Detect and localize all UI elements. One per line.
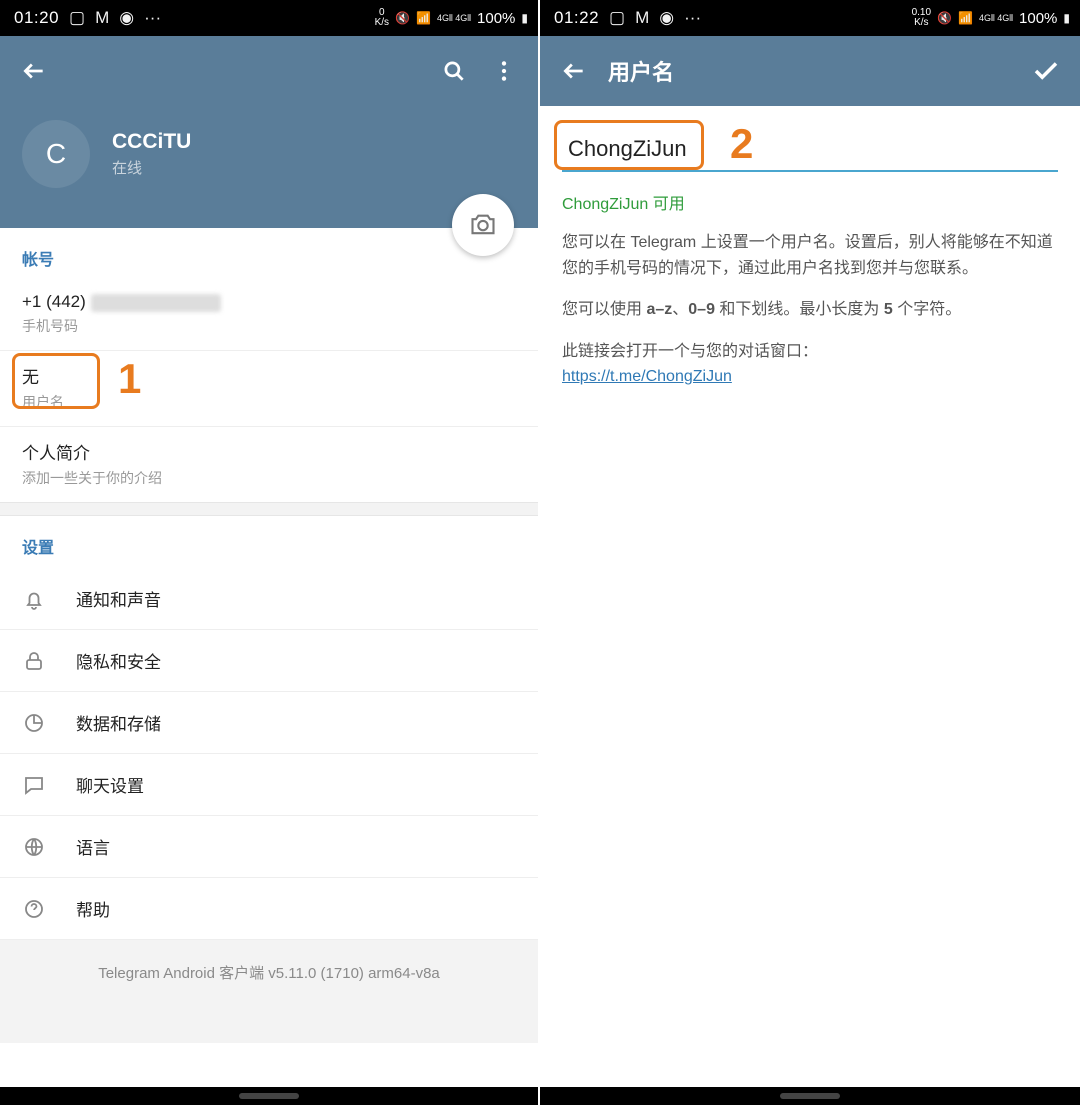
settings-help[interactable]: 帮助 bbox=[0, 878, 538, 940]
phone-label: 手机号码 bbox=[22, 316, 516, 336]
more-icon: ··· bbox=[684, 8, 701, 28]
profile-toolbar bbox=[0, 36, 538, 106]
wifi-icon: 📶 bbox=[958, 11, 973, 25]
back-button[interactable] bbox=[14, 51, 54, 91]
image-icon: ▢ bbox=[69, 8, 85, 28]
username-toolbar: 用户名 bbox=[540, 36, 1080, 106]
settings-data[interactable]: 数据和存储 bbox=[0, 692, 538, 754]
phone-value: +1 (442) bbox=[22, 292, 516, 312]
content: 帐号 +1 (442) 手机号码 无 用户名 1 个人简介 添加一些关于你的介绍… bbox=[0, 228, 538, 1087]
mute-icon: 🔇 bbox=[395, 11, 410, 25]
settings-label: 聊天设置 bbox=[76, 772, 144, 797]
help-icon bbox=[22, 897, 58, 921]
username-desc3: 此链接会打开一个与您的对话窗口： bbox=[562, 339, 1058, 365]
annotation-box-1 bbox=[12, 353, 100, 409]
bio-row[interactable]: 个人简介 添加一些关于你的介绍 bbox=[0, 426, 538, 502]
profile-status: 在线 bbox=[112, 157, 191, 178]
section-settings: 设置 bbox=[0, 516, 538, 568]
annotation-number-1: 1 bbox=[118, 355, 141, 403]
username-screen: 01:22 ▢ M ◉ ··· 0.10 K/s 🔇 📶 4G⫴ 4G⫴ 100… bbox=[540, 0, 1080, 1105]
pie-icon bbox=[22, 711, 58, 735]
image-icon: ▢ bbox=[609, 8, 625, 28]
search-button[interactable] bbox=[434, 51, 474, 91]
network-speed: 0 K/s bbox=[375, 8, 389, 28]
settings-privacy[interactable]: 隐私和安全 bbox=[0, 630, 538, 692]
username-desc1: 您可以在 Telegram 上设置一个用户名。设置后，别人将能够在不知道您的手机… bbox=[562, 230, 1058, 281]
bio-sub: 添加一些关于你的介绍 bbox=[22, 468, 516, 488]
settings-label: 隐私和安全 bbox=[76, 648, 161, 673]
bell-icon bbox=[22, 587, 58, 611]
camera-fab[interactable] bbox=[452, 194, 514, 256]
more-icon: ··· bbox=[144, 8, 161, 28]
divider bbox=[0, 502, 538, 516]
phone-row[interactable]: +1 (442) 手机号码 bbox=[0, 280, 538, 350]
battery-icon: ▮ bbox=[1063, 11, 1070, 25]
settings-notifications[interactable]: 通知和声音 bbox=[0, 568, 538, 630]
status-time: 01:20 bbox=[14, 8, 59, 28]
settings-label: 通知和声音 bbox=[76, 586, 161, 611]
lock-icon bbox=[22, 649, 58, 673]
confirm-button[interactable] bbox=[1026, 51, 1066, 91]
username-available: ChongZiJun 可用 bbox=[562, 190, 1058, 214]
wifi-icon: 📶 bbox=[416, 11, 431, 25]
globe-icon bbox=[22, 835, 58, 859]
battery-percent: 100% bbox=[477, 10, 515, 27]
mail-icon: M bbox=[635, 8, 649, 28]
signal-icon: 4G⫴ 4G⫴ bbox=[979, 13, 1013, 24]
mute-icon: 🔇 bbox=[937, 11, 952, 25]
menu-button[interactable] bbox=[484, 51, 524, 91]
back-button[interactable] bbox=[554, 51, 594, 91]
bio-title: 个人简介 bbox=[22, 439, 516, 464]
settings-language[interactable]: 语言 bbox=[0, 816, 538, 878]
settings-chat[interactable]: 聊天设置 bbox=[0, 754, 538, 816]
redacted-blur bbox=[91, 294, 221, 312]
status-time: 01:22 bbox=[554, 8, 599, 28]
status-bar: 01:20 ▢ M ◉ ··· 0 K/s 🔇 📶 4G⫴ 4G⫴ 100% ▮ bbox=[0, 0, 538, 36]
signal-icon: 4G⫴ 4G⫴ bbox=[437, 13, 471, 24]
settings-label: 帮助 bbox=[76, 896, 110, 921]
username-body: 2 ChongZiJun 可用 您可以在 Telegram 上设置一个用户名。设… bbox=[540, 106, 1080, 1087]
annotation-box-2 bbox=[554, 120, 704, 170]
annotation-number-2: 2 bbox=[730, 120, 753, 168]
nav-bar bbox=[540, 1087, 1080, 1105]
battery-percent: 100% bbox=[1019, 10, 1057, 27]
username-desc2: 您可以使用 a–z、0–9 和下划线。最小长度为 5 个字符。 bbox=[562, 297, 1058, 323]
chat-bubble-icon bbox=[22, 773, 58, 797]
profile-header: C CCCiTU 在线 bbox=[0, 106, 538, 228]
username-link[interactable]: https://t.me/ChongZiJun bbox=[562, 368, 732, 385]
mail-icon: M bbox=[95, 8, 109, 28]
settings-screen: 01:20 ▢ M ◉ ··· 0 K/s 🔇 📶 4G⫴ 4G⫴ 100% ▮ bbox=[0, 0, 540, 1105]
network-speed: 0.10 K/s bbox=[912, 8, 931, 28]
chat-icon: ◉ bbox=[659, 8, 674, 28]
page-title: 用户名 bbox=[608, 55, 1026, 87]
avatar[interactable]: C bbox=[22, 120, 90, 188]
nav-bar bbox=[0, 1087, 538, 1105]
settings-label: 数据和存储 bbox=[76, 710, 161, 735]
battery-icon: ▮ bbox=[521, 11, 528, 25]
chat-icon: ◉ bbox=[119, 8, 134, 28]
username-row[interactable]: 无 用户名 1 bbox=[0, 350, 538, 426]
version-footer: Telegram Android 客户端 v5.11.0 (1710) arm6… bbox=[0, 940, 538, 1043]
status-bar: 01:22 ▢ M ◉ ··· 0.10 K/s 🔇 📶 4G⫴ 4G⫴ 100… bbox=[540, 0, 1080, 36]
settings-label: 语言 bbox=[76, 834, 110, 859]
profile-name: CCCiTU bbox=[112, 130, 191, 154]
